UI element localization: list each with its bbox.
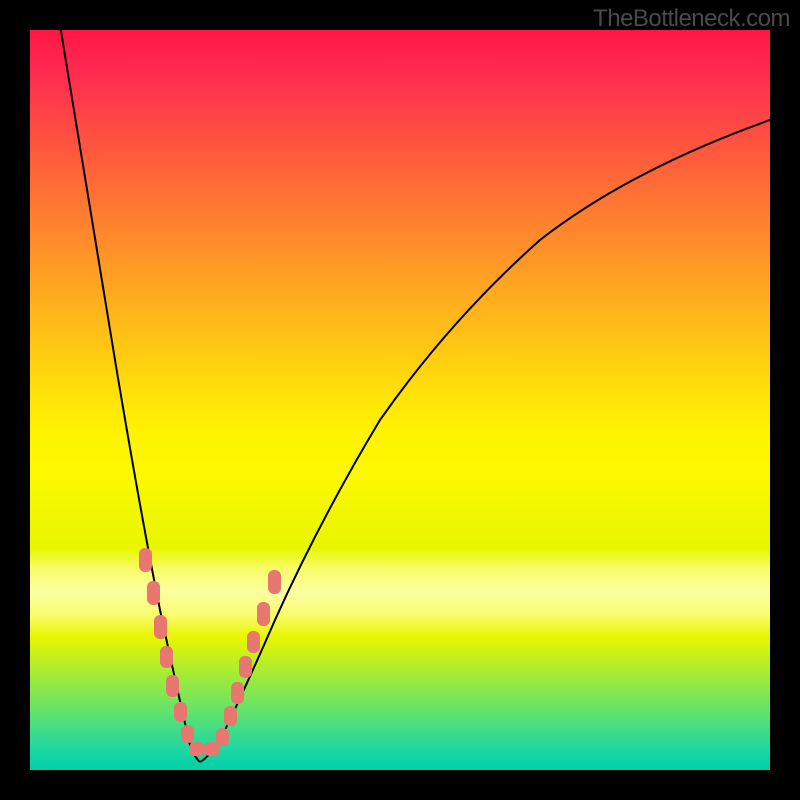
chart-plot-area [30,30,770,770]
watermark-text: TheBottleneck.com [593,5,790,33]
data-point [224,706,237,726]
data-point [181,725,194,743]
data-point [166,675,179,697]
data-point [147,581,160,605]
data-point [239,656,252,678]
data-point [204,742,220,756]
chart-svg [30,30,770,770]
data-point [231,682,244,704]
data-point [160,646,173,668]
bottleneck-curve-left [60,30,200,762]
data-point [154,615,167,639]
data-point [189,742,205,756]
data-point [139,548,152,572]
data-point [247,631,260,653]
data-point [268,570,281,594]
data-points-group [139,548,281,756]
bottleneck-curve-right [200,120,770,762]
data-point [174,702,187,722]
data-point [216,728,229,746]
data-point [257,602,270,626]
